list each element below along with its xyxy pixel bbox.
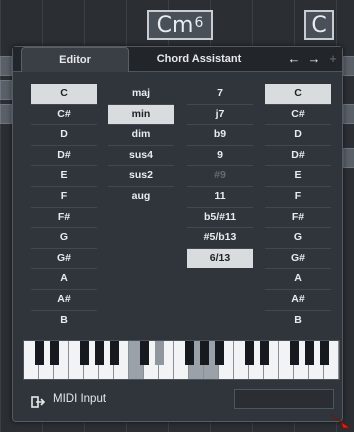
black-key [319, 341, 329, 365]
black-key [109, 341, 119, 365]
root-note-column: C C# D D# E F F# G G# A A# B [31, 84, 97, 330]
black-key [139, 341, 149, 365]
root-item[interactable]: G# [31, 249, 97, 270]
midi-input-icon[interactable] [31, 396, 45, 408]
black-key [79, 341, 89, 365]
black-key [244, 341, 254, 365]
black-key [259, 341, 269, 365]
bass-item[interactable]: G [265, 228, 331, 249]
root-item[interactable]: B [31, 311, 97, 331]
add-chord-icon[interactable]: + [326, 51, 340, 66]
tensions-item[interactable]: 11 [187, 187, 253, 208]
tensions-item[interactable]: #5/b13 [187, 228, 253, 249]
black-key [199, 341, 209, 365]
tensions-item[interactable]: 7 [187, 84, 253, 105]
red-cursor-arrow-icon [330, 414, 352, 429]
bass-item[interactable]: G# [265, 249, 331, 270]
type-item[interactable]: sus4 [108, 146, 174, 167]
root-item[interactable]: F# [31, 208, 97, 229]
midi-input-label: MIDI Input [53, 393, 107, 405]
black-key [184, 341, 194, 365]
root-item[interactable]: D [31, 125, 97, 146]
root-item[interactable]: C [31, 84, 97, 105]
track-clip [343, 56, 354, 76]
type-item[interactable]: sus2 [108, 166, 174, 187]
track-clip [343, 148, 354, 168]
track-clip [0, 104, 12, 124]
chord-event-1[interactable]: Cm 6 [147, 10, 213, 40]
root-item[interactable]: A# [31, 290, 97, 311]
tensions-item[interactable]: b5/#11 [187, 208, 253, 229]
track-clip [343, 104, 354, 124]
tensions-column: 7 j7 b9 9 #9 11 b5/#11 #5/b13 6/13 [187, 84, 253, 269]
root-item[interactable]: D# [31, 146, 97, 167]
bass-item[interactable]: C# [265, 105, 331, 126]
bass-item[interactable]: A# [265, 290, 331, 311]
tensions-item[interactable]: 6/13 [187, 248, 253, 269]
chord-event-root: C [311, 12, 327, 38]
tensions-item[interactable]: 9 [187, 146, 253, 167]
black-key [34, 341, 44, 365]
chord-type-column: maj min dim sus4 sus2 aug [108, 84, 174, 207]
chord-editor-panel: Editor Chord Assistant ← → + C C# D D# E F F# G… [12, 46, 343, 422]
chord-event-root: Cm [156, 12, 194, 38]
bass-item[interactable]: F# [265, 208, 331, 229]
tensions-item[interactable]: j7 [187, 105, 253, 126]
root-item[interactable]: G [31, 228, 97, 249]
chord-event-2[interactable]: C [304, 10, 334, 40]
midi-input-display [234, 389, 334, 409]
type-item[interactable]: maj [108, 84, 174, 105]
track-clip [0, 56, 12, 76]
bass-item[interactable]: B [265, 311, 331, 331]
root-item[interactable]: F [31, 187, 97, 208]
previous-chord-arrow-icon[interactable]: ← [287, 51, 301, 66]
black-key [94, 341, 104, 365]
bass-item[interactable]: C [265, 84, 331, 105]
bass-item[interactable]: E [265, 166, 331, 187]
bass-note-column: C C# D D# E F F# G G# A A# B [265, 84, 331, 330]
tab-bar: Editor Chord Assistant ← → + [13, 47, 342, 72]
type-item[interactable]: aug [108, 187, 174, 207]
black-key [289, 341, 299, 365]
black-key [154, 341, 164, 365]
tab-chord-assistant[interactable]: Chord Assistant [133, 47, 265, 71]
bass-item[interactable]: A [265, 269, 331, 290]
tab-editor[interactable]: Editor [21, 47, 129, 72]
keyboard-display [23, 340, 340, 380]
tensions-item[interactable]: b9 [187, 125, 253, 146]
black-key [304, 341, 314, 365]
bass-item[interactable]: F [265, 187, 331, 208]
root-item[interactable]: E [31, 166, 97, 187]
bass-item[interactable]: D# [265, 146, 331, 167]
root-item[interactable]: A [31, 269, 97, 290]
bass-item[interactable]: D [265, 125, 331, 146]
black-key [214, 341, 224, 365]
tensions-item[interactable]: #9 [187, 166, 253, 187]
next-chord-arrow-icon[interactable]: → [307, 51, 321, 66]
black-key [49, 341, 59, 365]
root-item[interactable]: C# [31, 105, 97, 126]
type-item[interactable]: min [108, 104, 174, 126]
type-item[interactable]: dim [108, 125, 174, 146]
chord-event-extension: 6 [194, 15, 204, 31]
track-clip [0, 80, 12, 100]
